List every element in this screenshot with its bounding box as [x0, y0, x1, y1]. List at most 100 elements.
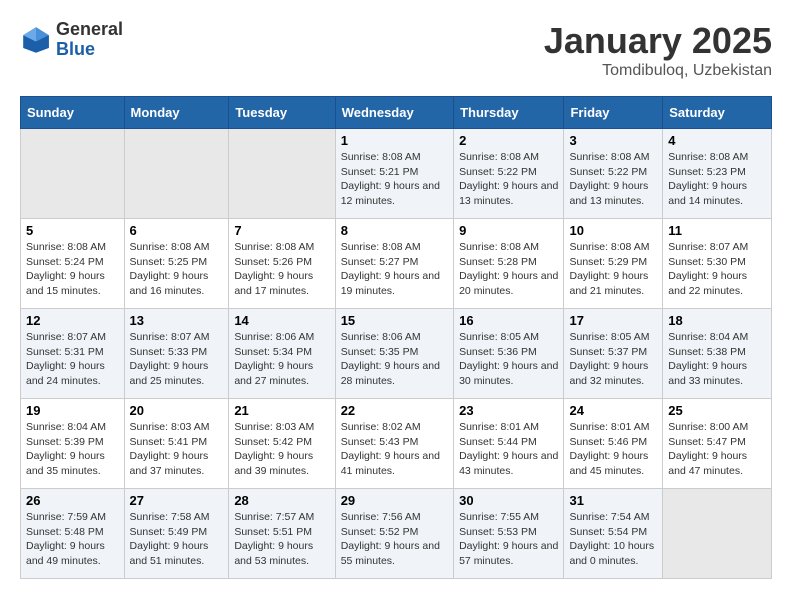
calendar-cell: 9Sunrise: 8:08 AM Sunset: 5:28 PM Daylig…: [454, 219, 564, 309]
calendar-cell: 11 Sunrise: 8:07 AM Sunset: 5:30 PM Dayli…: [663, 219, 772, 309]
calendar-table: SundayMondayTuesdayWednesdayThursdayFrid…: [20, 96, 772, 579]
calendar-cell: 24Sunrise: 8:01 AM Sunset: 5:46 PM Dayli…: [564, 399, 663, 489]
calendar-week-row: 5Sunrise: 8:08 AM Sunset: 5:24 PM Daylig…: [21, 219, 772, 309]
calendar-cell: 17Sunrise: 8:05 AM Sunset: 5:37 PM Dayli…: [564, 309, 663, 399]
header-sunday: Sunday: [21, 97, 125, 129]
day-number: 17: [569, 313, 657, 328]
day-number: 16: [459, 313, 558, 328]
calendar-cell: 10Sunrise: 8:08 AM Sunset: 5:29 PM Dayli…: [564, 219, 663, 309]
header-thursday: Thursday: [454, 97, 564, 129]
day-detail: Sunrise: 8:03 AM Sunset: 5:41 PM Dayligh…: [130, 420, 224, 479]
calendar-cell: 3 Sunrise: 8:08 AM Sunset: 5:22 PM Daylig…: [564, 129, 663, 219]
day-detail: Sunrise: 8:08 AM Sunset: 5:23 PM Dayligh…: [668, 150, 766, 209]
calendar-cell: 14 Sunrise: 8:06 AM Sunset: 5:34 PM Dayli…: [229, 309, 335, 399]
calendar-cell: 31 Sunrise: 7:54 AM Sunset: 5:54 PM Dayli…: [564, 489, 663, 579]
day-detail: Sunrise: 8:01 AM Sunset: 5:44 PM Dayligh…: [459, 420, 558, 479]
calendar-cell: 18Sunrise: 8:04 AM Sunset: 5:38 PM Dayli…: [663, 309, 772, 399]
calendar-cell: [21, 129, 125, 219]
day-number: 14: [234, 313, 329, 328]
day-detail: Sunrise: 8:08 AM Sunset: 5:27 PM Dayligh…: [341, 240, 448, 299]
day-detail: Sunrise: 8:00 AM Sunset: 5:47 PM Dayligh…: [668, 420, 766, 479]
day-number: 19: [26, 403, 119, 418]
calendar-cell: 13 Sunrise: 8:07 AM Sunset: 5:33 PM Dayli…: [124, 309, 229, 399]
calendar-cell: [229, 129, 335, 219]
day-detail: Sunrise: 7:55 AM Sunset: 5:53 PM Dayligh…: [459, 510, 558, 569]
day-detail: Sunrise: 8:08 AM Sunset: 5:22 PM Dayligh…: [569, 150, 657, 209]
calendar-cell: 20 Sunrise: 8:03 AM Sunset: 5:41 PM Dayli…: [124, 399, 229, 489]
day-detail: Sunrise: 8:02 AM Sunset: 5:43 PM Dayligh…: [341, 420, 448, 479]
day-number: 2: [459, 133, 558, 148]
day-number: 25: [668, 403, 766, 418]
day-detail: Sunrise: 8:01 AM Sunset: 5:46 PM Dayligh…: [569, 420, 657, 479]
day-detail: Sunrise: 8:08 AM Sunset: 5:21 PM Dayligh…: [341, 150, 448, 209]
calendar-header-row: SundayMondayTuesdayWednesdayThursdayFrid…: [21, 97, 772, 129]
day-detail: Sunrise: 8:07 AM Sunset: 5:30 PM Dayligh…: [668, 240, 766, 299]
day-detail: Sunrise: 8:04 AM Sunset: 5:39 PM Dayligh…: [26, 420, 119, 479]
day-number: 20: [130, 403, 224, 418]
day-number: 28: [234, 493, 329, 508]
header-friday: Friday: [564, 97, 663, 129]
day-number: 3: [569, 133, 657, 148]
day-detail: Sunrise: 8:08 AM Sunset: 5:22 PM Dayligh…: [459, 150, 558, 209]
calendar-cell: 6Sunrise: 8:08 AM Sunset: 5:25 PM Daylig…: [124, 219, 229, 309]
day-detail: Sunrise: 8:05 AM Sunset: 5:36 PM Dayligh…: [459, 330, 558, 389]
calendar-cell: 4Sunrise: 8:08 AM Sunset: 5:23 PM Daylig…: [663, 129, 772, 219]
day-number: 18: [668, 313, 766, 328]
calendar-week-row: 12 Sunrise: 8:07 AM Sunset: 5:31 PM Dayli…: [21, 309, 772, 399]
calendar-cell: 27 Sunrise: 7:58 AM Sunset: 5:49 PM Dayli…: [124, 489, 229, 579]
day-detail: Sunrise: 7:57 AM Sunset: 5:51 PM Dayligh…: [234, 510, 329, 569]
day-number: 27: [130, 493, 224, 508]
day-detail: Sunrise: 7:58 AM Sunset: 5:49 PM Dayligh…: [130, 510, 224, 569]
calendar-cell: 16 Sunrise: 8:05 AM Sunset: 5:36 PM Dayli…: [454, 309, 564, 399]
calendar-cell: 2 Sunrise: 8:08 AM Sunset: 5:22 PM Daylig…: [454, 129, 564, 219]
calendar-cell: 19 Sunrise: 8:04 AM Sunset: 5:39 PM Dayli…: [21, 399, 125, 489]
calendar-title: January 2025: [544, 20, 772, 62]
day-detail: Sunrise: 8:06 AM Sunset: 5:35 PM Dayligh…: [341, 330, 448, 389]
page-header: General Blue January 2025 Tomdibuloq, Uz…: [20, 20, 772, 80]
day-detail: Sunrise: 7:59 AM Sunset: 5:48 PM Dayligh…: [26, 510, 119, 569]
day-number: 31: [569, 493, 657, 508]
logo: General Blue: [20, 20, 123, 60]
day-detail: Sunrise: 8:07 AM Sunset: 5:33 PM Dayligh…: [130, 330, 224, 389]
day-detail: Sunrise: 8:08 AM Sunset: 5:26 PM Dayligh…: [234, 240, 329, 299]
header-tuesday: Tuesday: [229, 97, 335, 129]
day-number: 5: [26, 223, 119, 238]
day-detail: Sunrise: 8:07 AM Sunset: 5:31 PM Dayligh…: [26, 330, 119, 389]
calendar-cell: 21Sunrise: 8:03 AM Sunset: 5:42 PM Dayli…: [229, 399, 335, 489]
day-number: 1: [341, 133, 448, 148]
calendar-cell: 29Sunrise: 7:56 AM Sunset: 5:52 PM Dayli…: [335, 489, 453, 579]
calendar-week-row: 19 Sunrise: 8:04 AM Sunset: 5:39 PM Dayli…: [21, 399, 772, 489]
calendar-cell: 5Sunrise: 8:08 AM Sunset: 5:24 PM Daylig…: [21, 219, 125, 309]
day-number: 23: [459, 403, 558, 418]
calendar-cell: 7Sunrise: 8:08 AM Sunset: 5:26 PM Daylig…: [229, 219, 335, 309]
day-detail: Sunrise: 7:54 AM Sunset: 5:54 PM Dayligh…: [569, 510, 657, 569]
title-block: January 2025 Tomdibuloq, Uzbekistan: [544, 20, 772, 80]
day-number: 29: [341, 493, 448, 508]
day-number: 22: [341, 403, 448, 418]
day-number: 26: [26, 493, 119, 508]
calendar-cell: 28 Sunrise: 7:57 AM Sunset: 5:51 PM Dayli…: [229, 489, 335, 579]
calendar-week-row: 26 Sunrise: 7:59 AM Sunset: 5:48 PM Dayli…: [21, 489, 772, 579]
day-number: 13: [130, 313, 224, 328]
day-number: 12: [26, 313, 119, 328]
day-number: 21: [234, 403, 329, 418]
calendar-cell: 23 Sunrise: 8:01 AM Sunset: 5:44 PM Dayli…: [454, 399, 564, 489]
calendar-cell: 8 Sunrise: 8:08 AM Sunset: 5:27 PM Daylig…: [335, 219, 453, 309]
day-number: 8: [341, 223, 448, 238]
logo-icon: [20, 24, 52, 56]
day-number: 15: [341, 313, 448, 328]
header-monday: Monday: [124, 97, 229, 129]
calendar-week-row: 1 Sunrise: 8:08 AM Sunset: 5:21 PM Daylig…: [21, 129, 772, 219]
day-number: 10: [569, 223, 657, 238]
day-number: 11: [668, 223, 766, 238]
calendar-cell: 30Sunrise: 7:55 AM Sunset: 5:53 PM Dayli…: [454, 489, 564, 579]
calendar-cell: [124, 129, 229, 219]
calendar-cell: 22 Sunrise: 8:02 AM Sunset: 5:43 PM Dayli…: [335, 399, 453, 489]
day-detail: Sunrise: 8:06 AM Sunset: 5:34 PM Dayligh…: [234, 330, 329, 389]
day-number: 9: [459, 223, 558, 238]
calendar-cell: 26 Sunrise: 7:59 AM Sunset: 5:48 PM Dayli…: [21, 489, 125, 579]
calendar-cell: 12 Sunrise: 8:07 AM Sunset: 5:31 PM Dayli…: [21, 309, 125, 399]
calendar-cell: 25 Sunrise: 8:00 AM Sunset: 5:47 PM Dayli…: [663, 399, 772, 489]
calendar-cell: 15 Sunrise: 8:06 AM Sunset: 5:35 PM Dayli…: [335, 309, 453, 399]
calendar-cell: [663, 489, 772, 579]
